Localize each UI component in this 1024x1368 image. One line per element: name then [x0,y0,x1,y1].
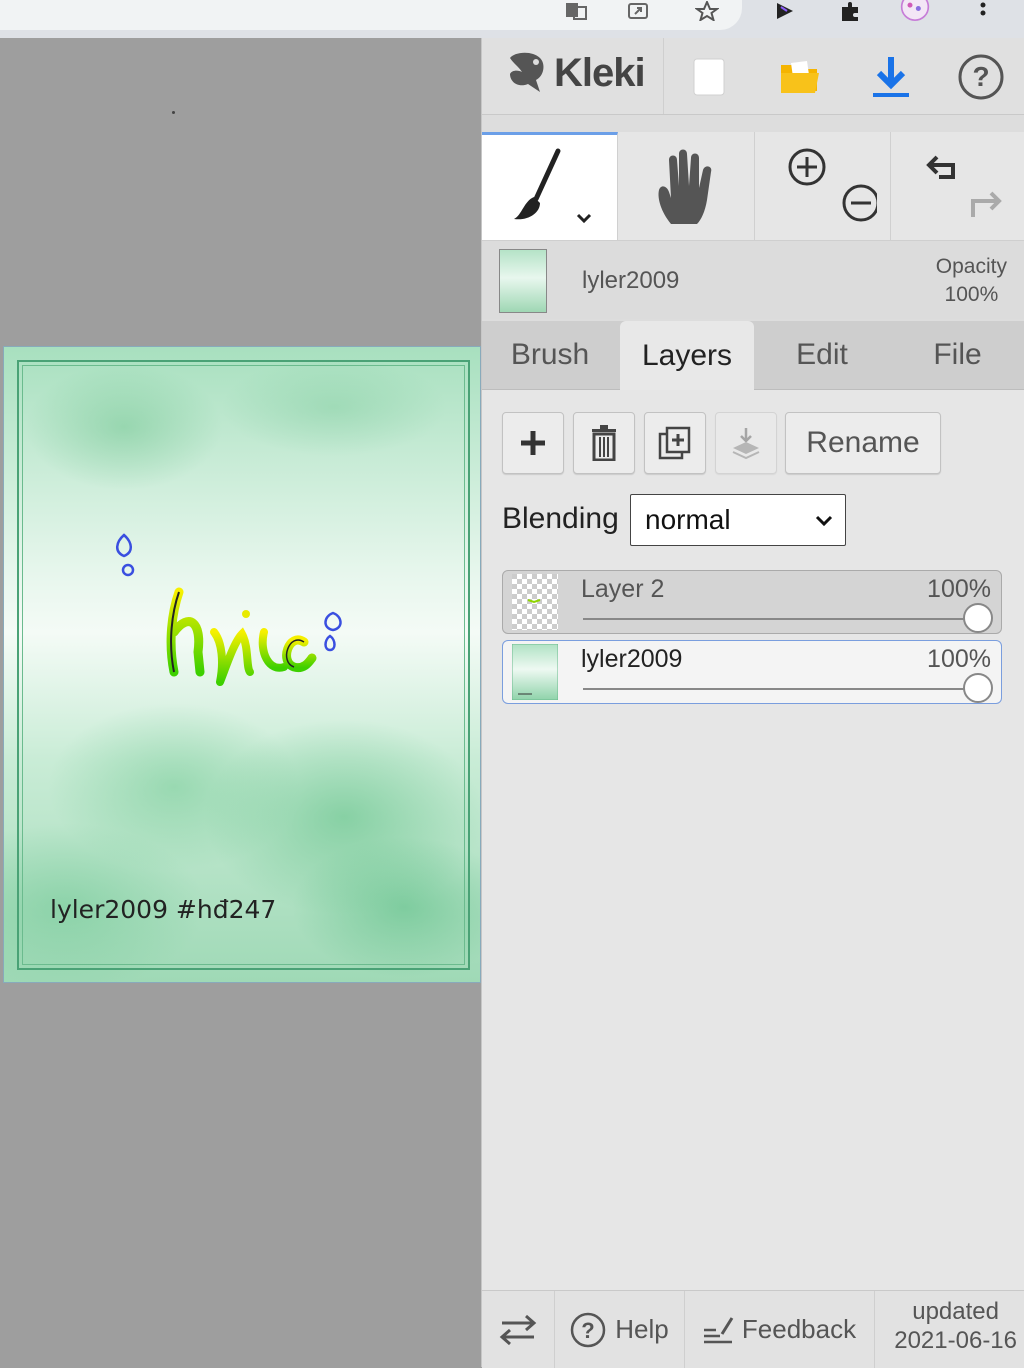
blue-drops-left [116,533,135,577]
artwork[interactable]: lyler2009 #hđ247 [4,347,480,982]
artwork-caption: lyler2009 #hđ247 [50,895,277,924]
help-link[interactable]: ? Help [554,1291,685,1368]
blending-value: normal [645,504,731,535]
layer-opacity-slider-knob[interactable] [963,673,993,703]
layer-thumbnail-transparent [512,574,558,630]
blending-label: Blending [502,502,619,535]
brush-icon [513,148,591,223]
plus-icon [521,431,545,455]
kleki-bird-icon [510,52,544,92]
side-panel: Kleki ? lyler2009 Opacity 100% Brush Lay… [481,38,1024,1368]
svg-text:?: ? [582,1318,595,1343]
folder-icon [781,61,819,93]
updated-date: 2021-06-16 [894,1327,1017,1354]
canvas-area[interactable]: lyler2009 #hđ247 [0,38,481,1367]
duplicate-layer-button[interactable] [644,412,706,474]
open-file-button[interactable] [775,52,825,102]
tab-file[interactable]: File [890,321,1024,389]
add-layer-button[interactable] [502,412,564,474]
share-icon[interactable] [624,0,654,22]
layer-opacity-value: 100% [927,575,991,603]
layer-item-lyler2009[interactable]: lyler2009 100% [502,640,1002,704]
tab-brush[interactable]: Brush [482,321,618,389]
hand-tool[interactable] [617,132,755,240]
current-layer-header[interactable]: lyler2009 Opacity 100% [482,241,1024,319]
duplicate-icon [658,426,691,460]
updated-label: updated [912,1298,999,1325]
tool-row [482,132,1024,241]
layer-thumbnail-artwork [512,644,558,700]
bottom-bar: ? Help Feedback updated 2021-06-16 [482,1290,1024,1368]
download-button[interactable] [866,52,916,102]
help-label: Help [615,1314,669,1344]
undo-redo-icons [925,155,1002,217]
canvas-speck [172,111,175,114]
brush-tool[interactable] [482,132,618,240]
merge-layer-icon [732,428,760,460]
feedback-label: Feedback [741,1314,857,1344]
layer-opacity-track[interactable] [583,688,975,690]
hand-icon [658,149,711,224]
question-icon: ? [958,54,1004,100]
zoom-tool[interactable] [754,132,891,240]
bookmark-star-icon[interactable] [692,0,722,22]
translate-icon[interactable] [562,0,592,22]
feedback-pen-icon [703,1316,734,1343]
layer-opacity-value: 100% [927,645,991,673]
app-name: Kleki [554,50,646,95]
browser-toolbar [0,0,1024,38]
layer-name: Layer 2 [581,575,665,603]
kleki-logo[interactable]: Kleki [504,48,646,98]
layer-opacity-slider-knob[interactable] [963,603,993,633]
trash-icon [592,425,616,461]
new-image-button[interactable] [684,52,734,102]
tab-layers[interactable]: Layers [620,321,754,391]
panel-tabs: Brush Layers Edit File [482,321,1024,391]
swap-arrows-icon [499,1314,537,1345]
feedback-link[interactable]: Feedback [684,1291,875,1368]
address-bar[interactable] [0,0,742,30]
current-layer-name: lyler2009 [582,267,680,294]
profile-avatar-icon[interactable] [900,0,930,22]
top-toolbar: Kleki ? [482,38,1024,115]
question-icon: ? [571,1312,606,1347]
blending-select[interactable]: normal [630,494,846,546]
help-button[interactable]: ? [956,52,1006,102]
layer-name: lyler2009 [581,645,683,673]
rename-layer-button[interactable]: Rename [785,412,941,474]
extensions-puzzle-icon[interactable] [836,0,866,22]
swap-side-button[interactable] [482,1291,555,1368]
toolbar-divider [663,38,664,114]
extension-pen-icon[interactable] [770,0,800,22]
undo-redo-tool[interactable] [890,132,1024,240]
layer-opacity[interactable]: Opacity 100% [936,253,1007,309]
browser-menu-icon[interactable] [968,0,998,22]
svg-text:?: ? [972,61,989,92]
tab-edit[interactable]: Edit [754,321,890,389]
download-icon [873,57,909,97]
delete-layer-button[interactable] [573,412,635,474]
layer-opacity-track[interactable] [583,618,975,620]
current-layer-thumbnail [499,249,547,313]
opacity-label: Opacity [935,255,1007,278]
merge-down-button[interactable] [715,412,777,474]
layer-item-layer2[interactable]: Layer 2 100% [502,570,1002,634]
opacity-value: 100% [944,283,999,306]
chevron-down-icon [815,515,833,527]
blue-drops-right [324,611,342,652]
layers-panel: Rename Blending normal Layer 2 100% lyle… [482,390,1024,1290]
new-document-icon [693,58,725,96]
updated-info: updated 2021-06-16 [894,1297,1017,1355]
zoom-icons [788,148,877,222]
